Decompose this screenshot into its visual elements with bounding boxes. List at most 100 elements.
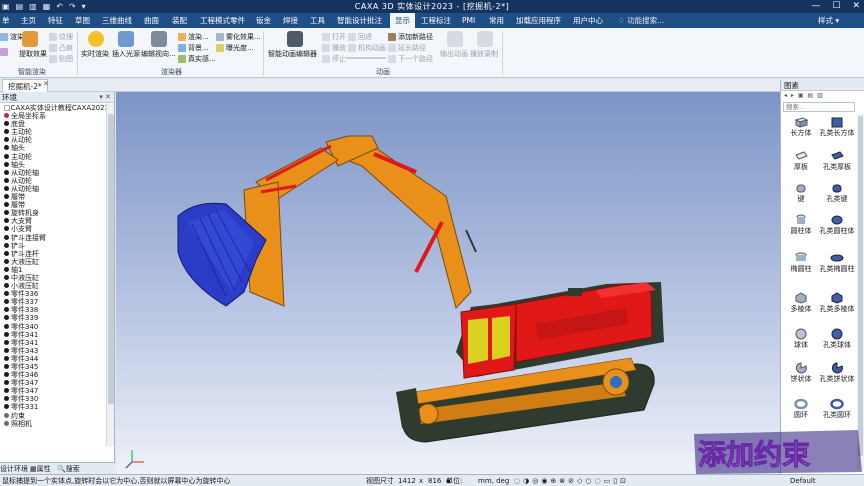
tab-welding[interactable]: 焊接 (283, 13, 298, 28)
shape-hole-sphere[interactable]: 孔类球体 (819, 328, 855, 349)
function-search[interactable]: ♢ 功能搜索... (618, 13, 664, 28)
background-button[interactable]: 背景... (178, 43, 209, 53)
elements-scrollbar[interactable] (857, 114, 864, 470)
tab-load-apps[interactable]: 加载应用程序 (516, 13, 561, 28)
tab-engineering-part[interactable]: 工程模式零件 (200, 13, 245, 28)
tab-file[interactable]: 单 (2, 13, 10, 28)
export-animation-icon[interactable] (447, 31, 463, 47)
3d-viewport[interactable] (116, 92, 780, 474)
edit-view-button[interactable]: 编辑视向... (141, 49, 176, 59)
tree-root[interactable]: □CAXA实体设计教程CAXA2023 (0, 104, 106, 112)
tree-node[interactable]: 履带 (0, 193, 106, 201)
texture-button[interactable]: 纹理 (49, 32, 73, 42)
close-button[interactable]: ✕ (852, 0, 860, 13)
realtime-render-button[interactable]: 实时渲染 (81, 49, 109, 59)
tree-node[interactable]: 小液压缸 (0, 282, 106, 290)
scroll-thumb[interactable] (108, 114, 114, 404)
export-animation-button[interactable]: 输出动画 (440, 49, 468, 59)
tree-node[interactable]: 零件345 (0, 363, 106, 371)
close-document-icon[interactable]: ✕ (43, 80, 49, 88)
shape-torus[interactable]: 圆环 (783, 398, 819, 419)
shape-hole-prism[interactable]: 孔类多棱体 (819, 292, 855, 313)
tree-node[interactable]: 约束 (0, 412, 106, 420)
tab-surface[interactable]: 曲面 (144, 13, 159, 28)
tab-feature[interactable]: 特征 (48, 13, 63, 28)
document-tab[interactable]: 挖掘机-2* (2, 79, 48, 92)
tree-node[interactable]: 从动轮轴 (0, 169, 106, 177)
tree-node[interactable]: 大液压缸 (0, 258, 106, 266)
tree-node[interactable]: 中液压缸 (0, 274, 106, 282)
minimize-button[interactable]: — (811, 0, 820, 13)
insert-light-button[interactable]: 插入光源 (112, 49, 140, 59)
exposure-button[interactable]: 曝光度... (216, 43, 254, 53)
tab-3d-curve[interactable]: 三维曲线 (102, 13, 132, 28)
shape-prism[interactable]: 多棱体 (783, 292, 819, 313)
tab-assembly[interactable]: 装配 (172, 13, 187, 28)
play-record-icon[interactable] (477, 31, 493, 47)
tree-node[interactable]: 铲斗连杆 (0, 250, 106, 258)
tree-node[interactable]: 零件343 (0, 347, 106, 355)
shape-hole-elliptic-cylinder[interactable]: 孔类椭圆柱 (819, 252, 855, 273)
maximize-button[interactable]: ☐ (832, 0, 840, 13)
style-menu[interactable]: 样式 ▾ (818, 13, 839, 28)
extend-path-button[interactable]: 延长路径 (388, 43, 426, 53)
tree-node[interactable]: 铲斗连接臂 (0, 234, 106, 242)
mechanism-anim-button[interactable]: 机构动画 (348, 43, 386, 53)
tab-home[interactable]: 主页 (21, 13, 36, 28)
tree-node[interactable]: 零件346 (0, 371, 106, 379)
tab-engineering-annotation[interactable]: 工程标注 (421, 13, 451, 28)
tab-sheet-metal[interactable]: 钣金 (256, 13, 271, 28)
shape-sphere[interactable]: 球体 (783, 328, 819, 349)
add-path-button[interactable]: 添加新路径 (388, 32, 433, 42)
render-item-2[interactable] (0, 48, 10, 56)
tab-pmi[interactable]: PMI (462, 13, 475, 28)
shape-hole-pie[interactable]: 孔类饼状体 (819, 362, 855, 383)
shape-plate[interactable]: 厚板 (783, 150, 819, 171)
render-item[interactable]: 渲染 (0, 32, 24, 42)
fog-effect-button[interactable]: 雾化效果... (216, 32, 261, 42)
tree-node[interactable]: 小支臂 (0, 225, 106, 233)
excavator-model[interactable] (116, 92, 780, 474)
scroll-thumb[interactable] (858, 116, 863, 456)
timeline-slider[interactable] (346, 57, 386, 59)
tab-smart-annotation[interactable]: 智能设计批注 (337, 13, 382, 28)
tree-node[interactable]: 从动轮 (0, 177, 106, 185)
next-path-button[interactable]: 下一个路径 (388, 54, 433, 64)
smart-animation-editor-button[interactable]: 智能动画编辑器 (268, 49, 317, 59)
tree-node[interactable]: 零件331 (0, 403, 106, 411)
extract-effect-button[interactable]: 提取效果 (19, 49, 47, 59)
tree-node[interactable]: 轴1 (0, 266, 106, 274)
rewind-button[interactable]: 回退 (348, 32, 372, 42)
elements-search-input[interactable]: 搜索... (783, 102, 855, 112)
realtime-render-icon[interactable] (88, 31, 104, 47)
tree-node[interactable]: 主动轮 (0, 153, 106, 161)
play-button[interactable]: 播放 (322, 43, 346, 53)
extract-effect-icon[interactable] (22, 31, 38, 47)
shape-cuboid[interactable]: 长方体 (783, 116, 819, 137)
tab-display[interactable]: 显示 (390, 13, 415, 28)
tree-node[interactable]: 铲斗 (0, 242, 106, 250)
tree-node[interactable]: 轴头 (0, 144, 106, 152)
shape-hole-plate[interactable]: 孔类厚板 (819, 150, 855, 171)
tab-tools[interactable]: 工具 (310, 13, 325, 28)
shape-key[interactable]: 键 (783, 182, 819, 203)
render-settings-button[interactable]: 渲染... (178, 32, 209, 42)
tree-node[interactable]: 零件340 (0, 323, 106, 331)
tree-node[interactable]: 零件339 (0, 314, 106, 322)
unit-value[interactable]: mm, deg (478, 475, 509, 486)
status-tool-icons[interactable]: ◌◑◎◉⊕⊗⊘◇○◌▭▯⊡ (514, 475, 629, 486)
tree-node[interactable]: 全局坐标系 (0, 112, 106, 120)
elements-toolbar[interactable]: ◂ ▸ ▣ ▤ ▥ (784, 92, 824, 101)
shape-hole-cuboid[interactable]: 孔类长方体 (819, 116, 855, 137)
realism-button[interactable]: 真实感... (178, 54, 216, 64)
stop-button[interactable]: 停止 (322, 54, 346, 64)
tree-node[interactable]: 轴头 (0, 161, 106, 169)
shape-hole-cylinder[interactable]: 孔类圆柱体 (819, 214, 855, 235)
animation-editor-icon[interactable] (287, 31, 303, 47)
insert-light-icon[interactable] (118, 31, 134, 47)
shape-elliptic-cylinder[interactable]: 椭圆柱 (783, 252, 819, 273)
emboss-button[interactable]: 凸痕 (49, 43, 73, 53)
shape-hole-key[interactable]: 孔类键 (819, 182, 855, 203)
shape-cylinder[interactable]: 圆柱体 (783, 214, 819, 235)
tree-node[interactable]: 零件341 (0, 339, 106, 347)
